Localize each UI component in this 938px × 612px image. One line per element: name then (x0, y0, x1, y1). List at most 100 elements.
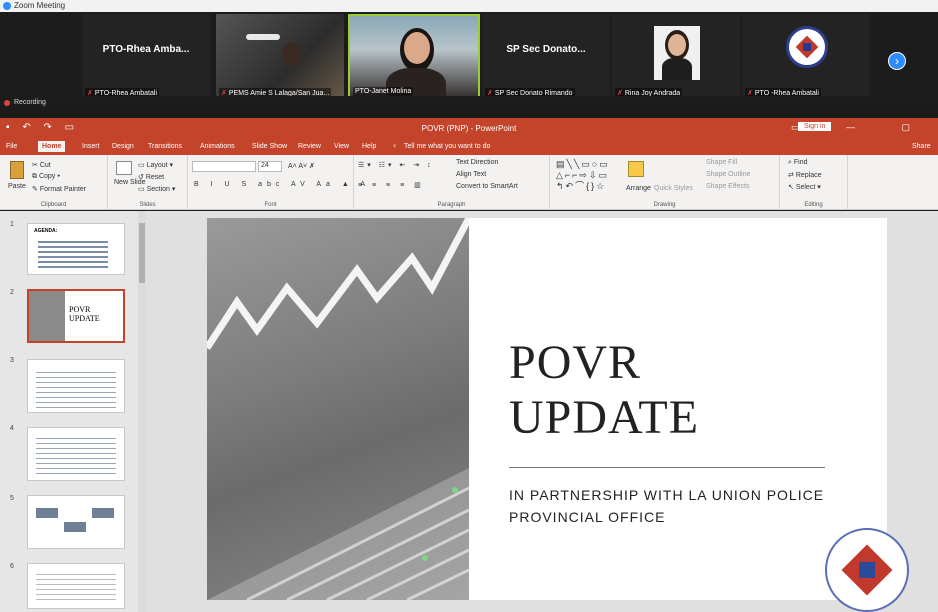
shapes-gallery[interactable]: ▤╲╲▭○▭ △⌐⌐⇨⇩▭ ↰↶⌒{}☆ (556, 159, 610, 192)
clipboard-label: Clipboard (40, 202, 67, 208)
participant-tile[interactable]: ✗ PTO -Rhea Ambatali (742, 14, 870, 102)
paste-icon[interactable] (10, 161, 24, 179)
participant-label: PTO-Janet Molina (353, 87, 414, 96)
slide-title: POVR UPDATE (509, 336, 700, 444)
paragraph-label: Paragraph (437, 202, 466, 208)
stairs-graph-image (204, 216, 473, 602)
font-formatting-buttons[interactable]: B I U S abc AV Aa ▲ A (194, 181, 370, 188)
tab-slide-show[interactable]: Slide Show (252, 143, 287, 150)
text-direction-button[interactable]: Text Direction (456, 159, 498, 166)
recording-indicator: Recording (0, 96, 938, 110)
copy-button[interactable]: ⧉ Copy ▾ (32, 173, 60, 181)
slides-label: Slides (139, 202, 156, 208)
tab-help[interactable]: Help (362, 143, 376, 150)
ribbon-tabs: File Home Insert Design Transitions Anim… (0, 140, 938, 155)
window-controls[interactable]: ▭ — ▢ (791, 122, 932, 133)
tab-transitions[interactable]: Transitions (148, 143, 182, 150)
tab-insert[interactable]: Insert (82, 143, 100, 150)
slides-group: New Slide ▭ Layout ▾ ↺ Reset ▭ Section ▾… (108, 155, 188, 210)
quick-styles-button[interactable]: Quick Styles (654, 185, 693, 192)
participant-gallery: PTO-Rhea Amba... ✗ PTO-Rhea Ambatali ✗ PEM… (0, 12, 938, 108)
grow-shrink-font[interactable]: A˄ A˅ ✗ (288, 162, 315, 170)
slide-number: 2 (10, 289, 14, 296)
slide-number: 1 (10, 221, 14, 228)
slide-thumbnail[interactable] (27, 427, 125, 481)
home-ribbon: Paste ✂ Cut ⧉ Copy ▾ ✎ Format Painter Cl… (0, 155, 938, 210)
paragraph-group: ☰▾ ☷▾ ⇤ ⇥ ↕ ≡ ≡ ≡ ≡ ▥ Text Direction Ali… (354, 155, 550, 210)
format-painter-button[interactable]: ✎ Format Painter (32, 185, 86, 193)
layout-button[interactable]: ▭ Layout ▾ (138, 161, 173, 169)
arrange-button[interactable]: Arrange (626, 185, 651, 192)
tab-design[interactable]: Design (112, 143, 134, 150)
font-size-input[interactable]: 24 (258, 161, 282, 172)
arrange-icon[interactable] (628, 161, 644, 177)
drawing-group: ▤╲╲▭○▭ △⌐⌐⇨⇩▭ ↰↶⌒{}☆ Arrange Quick Styles … (550, 155, 780, 210)
smartart-button[interactable]: Convert to SmartArt (456, 183, 518, 190)
zoom-title-bar: Zoom Meeting (0, 0, 938, 12)
copy-icon: ⧉ (32, 173, 37, 180)
slide-thumbnail[interactable] (27, 359, 125, 413)
tab-animations[interactable]: Animations (200, 143, 235, 150)
scissors-icon: ✂ (32, 162, 38, 169)
tab-view[interactable]: View (334, 143, 349, 150)
drawing-label: Drawing (653, 202, 676, 208)
editing-group: ⌕ Find ⇄ Replace ↖ Select ▾ Editing (780, 155, 848, 210)
slide-number: 3 (10, 357, 14, 364)
replace-button[interactable]: ⇄ Replace (788, 171, 822, 179)
current-slide[interactable]: POVR UPDATE IN PARTNERSHIP WITH LA UNION… (204, 216, 887, 602)
section-button[interactable]: ▭ Section ▾ (138, 185, 175, 193)
slide-thumbnail[interactable] (27, 495, 125, 549)
slide-subtitle: IN PARTNERSHIP WITH LA UNION POLICE PROV… (509, 487, 825, 525)
participant-tile-active-speaker[interactable]: PTO-Janet Molina (348, 14, 480, 102)
participant-name-large: PTO-Rhea Amba... (102, 44, 190, 55)
font-label: Font (264, 202, 277, 208)
new-slide-icon[interactable] (116, 161, 132, 175)
font-group: 24 A˄ A˅ ✗ B I U S abc AV Aa ▲ A Font (188, 155, 365, 210)
reset-button[interactable]: ↺ Reset (138, 173, 164, 181)
shape-effects-button[interactable]: Shape Effects (706, 183, 749, 190)
font-name-input[interactable] (192, 161, 256, 172)
select-button[interactable]: ↖ Select ▾ (788, 183, 821, 191)
list-buttons[interactable]: ☰▾ ☷▾ ⇤ ⇥ ↕ (358, 161, 434, 169)
participant-tile[interactable]: ✗ PEMS Amie S Lalaga/San Jua... (216, 14, 344, 102)
participant-tile[interactable]: PTO-Rhea Amba... ✗ PTO-Rhea Ambatali (82, 14, 210, 102)
participant-tile[interactable]: SP Sec Donato... ✗ SP Sec Donato Rimando (482, 14, 610, 102)
zoom-logo-icon (3, 2, 11, 10)
chevron-right-icon[interactable]: › (888, 52, 906, 70)
profile-photo (654, 26, 700, 80)
slide-number: 4 (10, 425, 14, 432)
title-divider (509, 467, 825, 468)
recording-dot-icon (4, 100, 10, 106)
tell-me-search[interactable]: Tell me what you want to do (404, 143, 490, 150)
slide-thumbnail-pane: 1 AGENDA: 2 POVR UPDATE 3 4 5 6 (0, 211, 142, 612)
find-button[interactable]: ⌕ Find (788, 159, 808, 167)
slide-thumbnail[interactable]: AGENDA: (27, 223, 125, 275)
shape-fill-button[interactable]: Shape Fill (706, 159, 737, 166)
cut-button[interactable]: ✂ Cut (32, 161, 51, 169)
thumbnail-scrollbar[interactable] (138, 211, 146, 612)
powerpoint-title-bar: ▪ ↶ ↷ ▭ POVR (PNP) - PowerPoint Sign in … (0, 118, 938, 140)
share-button[interactable]: Share (912, 143, 931, 150)
participant-face (404, 32, 430, 64)
tab-home[interactable]: Home (38, 141, 66, 152)
slide-thumbnail[interactable] (27, 563, 125, 609)
clipboard-group: Paste ✂ Cut ⧉ Copy ▾ ✎ Format Painter Cl… (0, 155, 108, 210)
search-icon: ⌕ (788, 159, 792, 166)
participant-tile[interactable]: ✗ Rina Joy Andrada (612, 14, 740, 102)
province-seal-icon (825, 528, 909, 612)
slide-thumbnail-selected[interactable]: POVR UPDATE (27, 289, 125, 343)
alignment-buttons[interactable]: ≡ ≡ ≡ ≡ ▥ (358, 181, 425, 189)
province-seal-icon (786, 26, 828, 68)
paste-button[interactable]: Paste (8, 183, 26, 190)
brush-icon: ✎ (32, 186, 38, 193)
lightbulb-icon: ♀ (392, 143, 398, 150)
participant-video (282, 42, 302, 66)
scrollbar-thumb[interactable] (139, 223, 145, 283)
slide-number: 6 (10, 563, 14, 570)
slide-number: 5 (10, 495, 14, 502)
align-text-button[interactable]: Align Text (456, 171, 486, 178)
editing-label: Editing (804, 202, 823, 208)
shape-outline-button[interactable]: Shape Outline (706, 171, 750, 178)
tab-file[interactable]: File (6, 143, 17, 150)
tab-review[interactable]: Review (298, 143, 321, 150)
